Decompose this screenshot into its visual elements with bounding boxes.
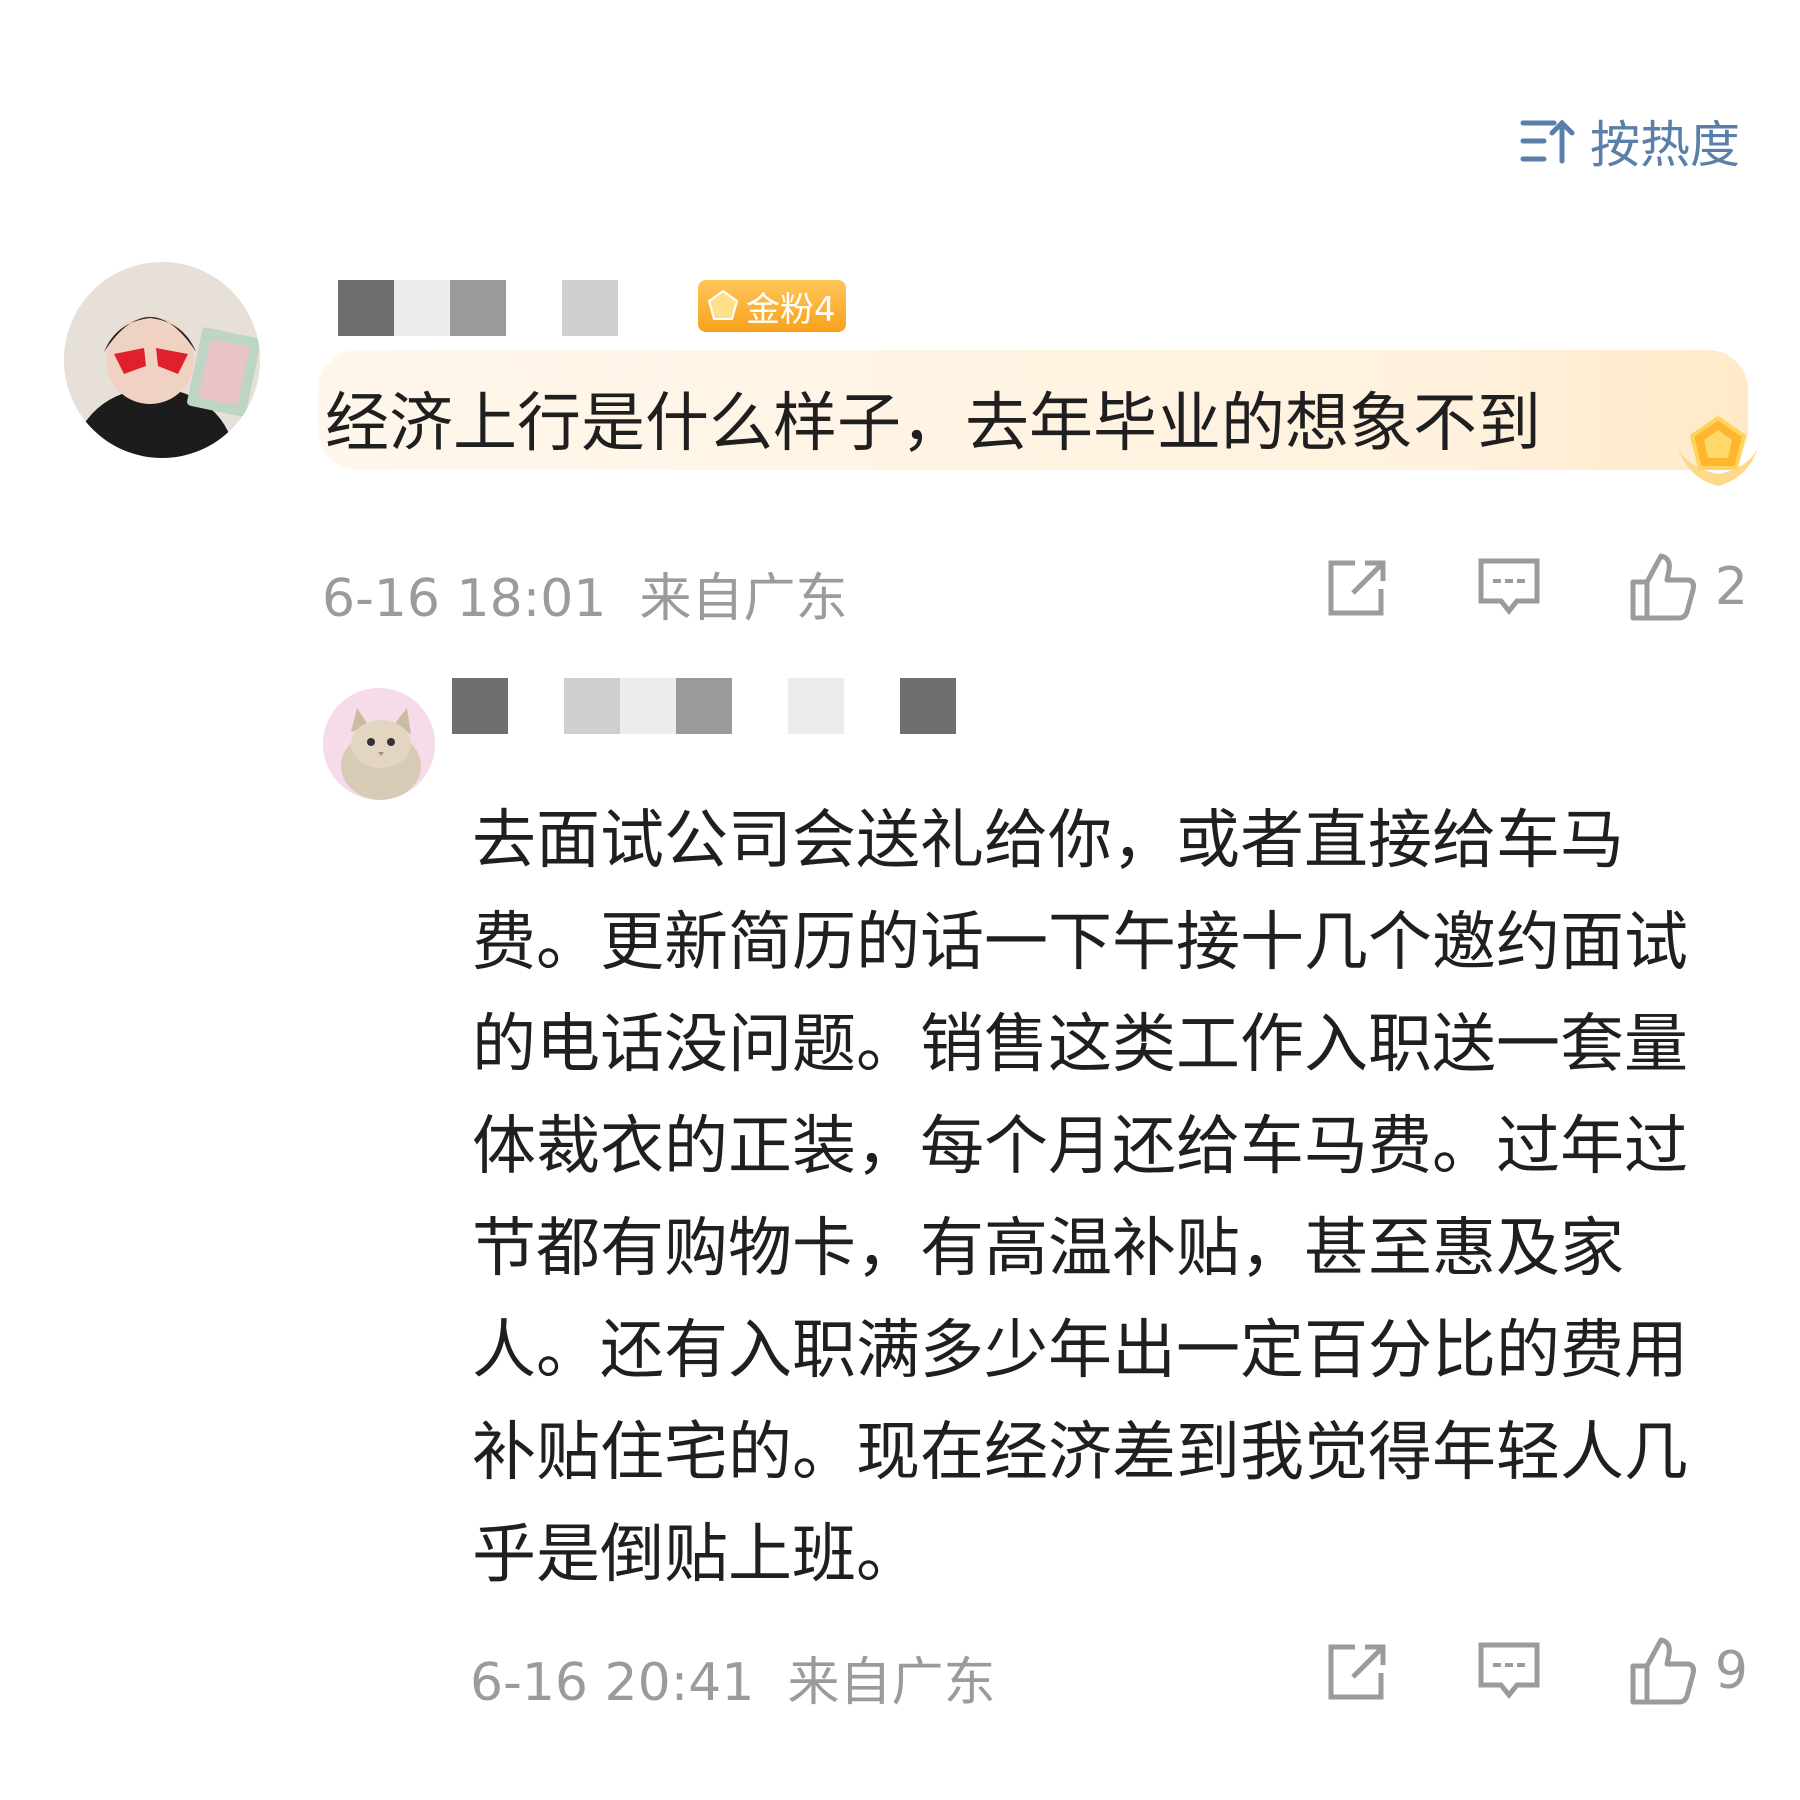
sort-label: 按热度 xyxy=(1590,116,1740,174)
comment-time: 6-16 18:01 xyxy=(322,569,607,629)
reply-avatar[interactable] xyxy=(323,688,435,800)
comment-icon xyxy=(1478,558,1540,616)
thumbs-up-icon xyxy=(1630,1637,1696,1705)
sort-by-hot-button[interactable]: 按热度 xyxy=(1520,105,1740,177)
reply-like-count: 9 xyxy=(1714,1641,1748,1701)
avatar[interactable] xyxy=(64,262,260,458)
reply-time: 6-16 20:41 xyxy=(470,1653,755,1713)
username-redacted[interactable] xyxy=(338,280,618,336)
share-button[interactable] xyxy=(1325,557,1389,617)
reply-share-button[interactable] xyxy=(1325,1641,1389,1701)
reply-button[interactable] xyxy=(1477,557,1541,617)
medal-icon xyxy=(1678,415,1758,486)
reply-comment-button[interactable] xyxy=(1477,1641,1541,1701)
like-count: 2 xyxy=(1714,557,1748,617)
reply-actions: 9 xyxy=(1325,1636,1748,1706)
gem-icon xyxy=(707,289,739,320)
like-button[interactable]: 2 xyxy=(1629,552,1748,622)
comment-icon xyxy=(1478,1642,1540,1700)
comment-text: 经济上行是什么样子，去年毕业的想象不到 xyxy=(325,387,1541,461)
thumbs-up-icon xyxy=(1630,553,1696,621)
comment-meta: 6-16 18:01 来自广东 xyxy=(322,556,847,631)
share-icon xyxy=(1328,560,1386,616)
fan-level-badge[interactable]: 金粉4 xyxy=(698,280,846,332)
comment-location: 来自广东 xyxy=(639,569,848,629)
share-icon xyxy=(1328,1644,1386,1700)
reply-username-redacted[interactable] xyxy=(452,678,956,734)
reply-meta: 6-16 20:41 来自广东 xyxy=(470,1640,995,1715)
comment-actions: 2 xyxy=(1325,552,1748,622)
sort-icon xyxy=(1520,119,1575,164)
reply-text: 去面试公司会送礼给你，或者直接给车马费。更新简历的话一下午接十几个邀约面试的电话… xyxy=(472,804,1688,1592)
badge-label: 金粉4 xyxy=(746,289,836,330)
reply-like-button[interactable]: 9 xyxy=(1629,1636,1748,1706)
reply-location: 来自广东 xyxy=(787,1653,996,1713)
